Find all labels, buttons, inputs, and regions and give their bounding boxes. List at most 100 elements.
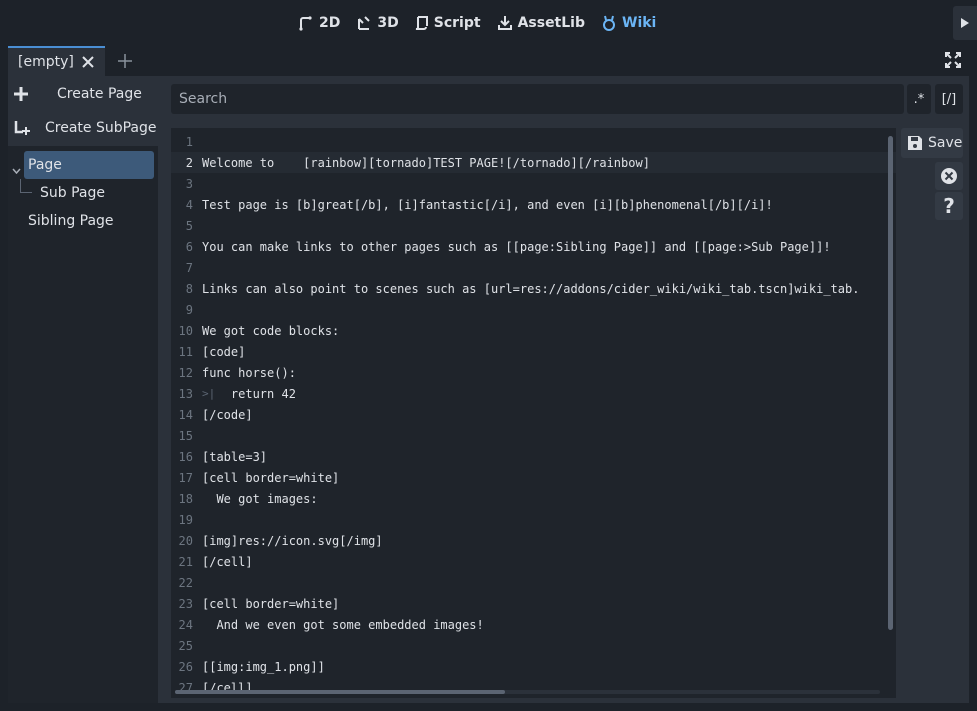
- line-number: 7: [185, 260, 193, 275]
- line-text: [/cell]: [202, 554, 253, 569]
- line-text: [code]: [202, 344, 246, 359]
- wiki-main-panel: Create Page Create SubPage Page Sub Page…: [8, 76, 969, 703]
- line-number: 4: [185, 197, 193, 212]
- tree-item-sub-page[interactable]: Sub Page: [40, 179, 105, 207]
- workspace-2d-label: 2D: [319, 15, 341, 31]
- editor-line[interactable]: 3: [171, 173, 896, 194]
- close-page-button[interactable]: [935, 162, 963, 190]
- tree-item-page[interactable]: Page: [24, 151, 154, 179]
- 3d-icon: [358, 16, 371, 30]
- line-number: 18: [178, 491, 193, 506]
- workspace-buttons: 2D 3D Script AssetLib Wiki: [290, 10, 664, 36]
- editor-line[interactable]: 8 Links can also point to scenes such as …: [171, 278, 896, 299]
- workspace-assetlib-button[interactable]: AssetLib: [489, 10, 593, 36]
- editor-line[interactable]: 16 [table=3]: [171, 446, 896, 467]
- save-button[interactable]: Save: [901, 128, 963, 158]
- wiki-icon: [603, 15, 615, 31]
- tab-strip: [empty]: [8, 46, 977, 76]
- create-subpage-label: Create SubPage: [45, 120, 157, 136]
- page-sidebar: Create Page Create SubPage Page Sub Page…: [8, 76, 158, 703]
- tree-item-label: Page: [28, 157, 62, 173]
- tab-label: [empty]: [18, 54, 74, 70]
- play-button[interactable]: [953, 6, 977, 40]
- editor-line[interactable]: 5: [171, 215, 896, 236]
- line-text: We got code blocks:: [202, 323, 340, 338]
- plus-icon[interactable]: [116, 52, 134, 70]
- editor-line[interactable]: 22: [171, 572, 896, 593]
- search-input[interactable]: Search: [171, 84, 904, 114]
- line-number: 16: [178, 449, 193, 464]
- bbcode-toggle-button[interactable]: [/]: [935, 84, 963, 114]
- editor-line[interactable]: 23 [cell border=white]: [171, 593, 896, 614]
- workspace-2d-button[interactable]: 2D: [290, 10, 348, 36]
- line-number: 24: [178, 617, 193, 632]
- editor-line[interactable]: 14 [/code]: [171, 404, 896, 425]
- fullscreen-icon[interactable]: [945, 52, 963, 70]
- editor-line[interactable]: 12 func horse():: [171, 362, 896, 383]
- workspace-3d-label: 3D: [377, 15, 399, 31]
- editor-line[interactable]: 17 [cell border=white]: [171, 467, 896, 488]
- editor-line[interactable]: 11 [code]: [171, 341, 896, 362]
- add-child-icon: [13, 120, 39, 136]
- editor-line[interactable]: 6 You can make links to other pages such …: [171, 236, 896, 257]
- editor-line[interactable]: 24 And we even got some embedded images!: [171, 614, 896, 635]
- page-tree: Page Sub Page Sibling Page: [8, 146, 158, 703]
- editor-line[interactable]: 19: [171, 509, 896, 530]
- save-icon: [908, 136, 922, 150]
- create-page-label: Create Page: [57, 86, 142, 102]
- line-number: 14: [178, 407, 193, 422]
- line-number: 22: [178, 575, 193, 590]
- tree-item-label: Sub Page: [40, 185, 105, 201]
- line-number: 15: [178, 428, 193, 443]
- workspace-assetlib-label: AssetLib: [517, 15, 585, 31]
- workspace-3d-button[interactable]: 3D: [348, 10, 406, 36]
- create-subpage-button[interactable]: Create SubPage: [8, 113, 158, 143]
- tab-empty[interactable]: [empty]: [8, 46, 105, 76]
- help-button[interactable]: ?: [935, 192, 963, 220]
- workspace-wiki-button[interactable]: Wiki: [593, 10, 664, 36]
- line-number: 3: [185, 176, 193, 191]
- chevron-down-icon[interactable]: [12, 159, 21, 178]
- code-editor[interactable]: 1 2 Welcome to [rainbow][tornado]TEST PAGE…: [171, 128, 896, 698]
- editor-line[interactable]: 2 Welcome to [rainbow][tornado]TEST PAGE!…: [171, 152, 896, 173]
- editor-line[interactable]: 1: [171, 131, 896, 152]
- editor-line[interactable]: 10 We got code blocks:: [171, 320, 896, 341]
- line-number: 19: [178, 512, 193, 527]
- line-number: 21: [178, 554, 193, 569]
- editor-line[interactable]: 26 [[img:img_1.png]]: [171, 656, 896, 677]
- line-number: 23: [178, 596, 193, 611]
- tree-item-sibling-page[interactable]: Sibling Page: [28, 207, 114, 235]
- regex-toggle-button[interactable]: .*: [907, 84, 931, 114]
- line-number: 1: [185, 134, 193, 149]
- vertical-scrollbar[interactable]: [888, 136, 893, 630]
- regex-label: .*: [913, 91, 925, 107]
- editor-line[interactable]: 18 We got images:: [171, 488, 896, 509]
- horizontal-scrollbar[interactable]: [175, 690, 505, 694]
- editor-line[interactable]: 4 Test page is [b]great[/b], [i]fantastic…: [171, 194, 896, 215]
- line-number: 12: [178, 365, 193, 380]
- editor-line[interactable]: 20 [img]res://icon.svg[/img]: [171, 530, 896, 551]
- line-number: 10: [178, 323, 193, 338]
- line-number: 17: [178, 470, 193, 485]
- line-text: [cell border=white]: [202, 596, 340, 611]
- workspace-script-button[interactable]: Script: [407, 10, 489, 36]
- line-text: Test page is [b]great[/b], [i]fantastic[…: [202, 197, 773, 212]
- editor-line[interactable]: 25: [171, 635, 896, 656]
- search-placeholder: Search: [179, 91, 228, 107]
- editor-line[interactable]: 15: [171, 425, 896, 446]
- create-page-button[interactable]: Create Page: [8, 79, 158, 109]
- help-icon: ?: [943, 194, 955, 218]
- editor-line[interactable]: 27 [/cell]: [171, 677, 896, 698]
- editor-line[interactable]: 7: [171, 257, 896, 278]
- save-label: Save: [928, 135, 963, 151]
- plus-icon: [13, 86, 39, 102]
- play-icon: [961, 18, 969, 28]
- close-tab-icon[interactable]: [80, 54, 96, 70]
- line-number: 5: [185, 218, 193, 233]
- editor-line[interactable]: 21 [/cell]: [171, 551, 896, 572]
- line-number: 11: [178, 344, 193, 359]
- editor-line[interactable]: 13 >| return 42: [171, 383, 896, 404]
- workspace-bar: 2D 3D Script AssetLib Wiki: [0, 0, 977, 46]
- line-number: 8: [185, 281, 193, 296]
- editor-line[interactable]: 9: [171, 299, 896, 320]
